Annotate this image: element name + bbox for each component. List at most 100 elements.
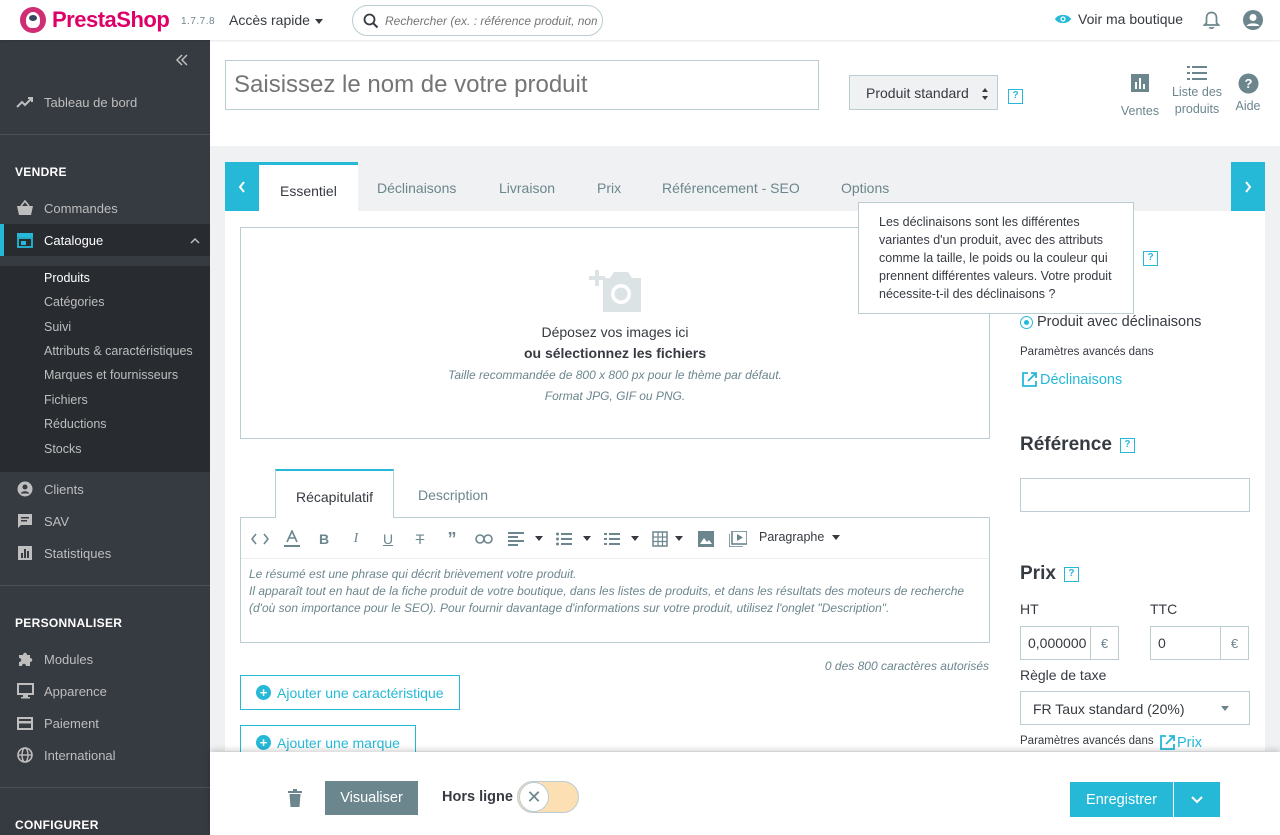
product-list-button[interactable]: Liste des produits <box>1168 66 1226 118</box>
external-link-icon <box>1160 735 1175 750</box>
tab-shipping[interactable]: Livraison <box>499 162 555 211</box>
product-header: Produit standard ? Ventes Liste des prod… <box>210 40 1280 146</box>
caret-down-icon <box>1221 706 1229 711</box>
select-files-link[interactable]: ou sélectionnez les fichiers <box>241 345 989 361</box>
add-feature-button[interactable]: + Ajouter une caractéristique <box>240 675 460 710</box>
price-ht-input[interactable]: 0,000000 <box>1020 626 1091 660</box>
sidebar-item-payment[interactable]: Paiement <box>0 707 210 739</box>
preview-button[interactable]: Visualiser <box>325 781 418 815</box>
bold-icon[interactable]: B <box>315 530 333 548</box>
bullet-list-icon[interactable] <box>555 530 573 548</box>
save-button[interactable]: Enregistrer <box>1070 782 1173 817</box>
align-left-icon[interactable] <box>507 530 525 548</box>
product-name-input[interactable] <box>225 60 819 110</box>
search-input[interactable] <box>385 12 597 30</box>
sidebar-item-catalogue[interactable]: Catalogue <box>0 224 210 256</box>
sidebar-item-customers[interactable]: Clients <box>0 473 210 505</box>
sales-label: Ventes <box>1120 104 1160 118</box>
delete-button[interactable] <box>288 789 302 810</box>
collapse-sidebar-button[interactable] <box>175 53 189 71</box>
save-options-dropdown[interactable] <box>1174 782 1220 817</box>
submenu-item-stocks[interactable]: Stocks <box>44 442 82 456</box>
help-button[interactable]: ? Aide <box>1234 73 1262 115</box>
reference-input[interactable] <box>1020 478 1250 512</box>
close-icon: ✕ <box>519 782 549 812</box>
add-photo-icon <box>589 270 641 312</box>
section-heading-customize: PERSONNALISER <box>15 616 123 630</box>
submenu-item-products[interactable]: Produits <box>44 271 90 285</box>
image-icon[interactable] <box>697 530 715 548</box>
combinations-link[interactable]: Déclinaisons <box>1021 371 1122 388</box>
tax-rule-select[interactable]: FR Taux standard (20%) <box>1020 691 1250 725</box>
caret-down-icon[interactable] <box>675 536 683 541</box>
tabs-scroll-left[interactable] <box>225 162 259 211</box>
tab-pricing[interactable]: Prix <box>597 162 621 211</box>
price-link[interactable]: Prix <box>1159 734 1202 751</box>
radio-checked-icon[interactable] <box>1020 315 1033 329</box>
submenu-item-files[interactable]: Fichiers <box>44 393 88 407</box>
sidebar-item-support[interactable]: SAV <box>0 505 210 537</box>
radio-with-combinations[interactable]: Produit avec déclinaisons <box>1020 314 1201 330</box>
tab-summary[interactable]: Récapitulatif <box>275 469 395 518</box>
sidebar-divider <box>0 134 210 135</box>
submenu-item-categories[interactable]: Catégories <box>44 295 104 309</box>
price-ttc-input[interactable]: 0 <box>1150 626 1221 660</box>
table-icon[interactable] <box>651 530 669 548</box>
text-color-icon[interactable] <box>283 530 301 548</box>
tab-description[interactable]: Description <box>418 469 488 518</box>
store-icon <box>16 231 34 249</box>
code-icon[interactable] <box>251 530 269 548</box>
help-icon[interactable]: ? <box>1008 89 1023 104</box>
tab-seo[interactable]: Référencement - SEO <box>662 162 800 211</box>
sidebar-item-appearance[interactable]: Apparence <box>0 675 210 707</box>
summary-editor[interactable]: B I U T ” Paragraphe Le résumé est une p… <box>240 517 990 643</box>
submenu-item-brands[interactable]: Marques et fournisseurs <box>44 368 178 382</box>
caret-down-icon[interactable] <box>631 536 639 541</box>
search-box[interactable] <box>352 5 603 36</box>
sidebar-item-international[interactable]: International <box>0 739 210 771</box>
tax-rule-value: FR Taux standard (20%) <box>1033 701 1185 717</box>
paragraph-format-dropdown[interactable]: Paragraphe <box>759 530 840 544</box>
submenu-item-monitoring[interactable]: Suivi <box>44 320 71 334</box>
sidebar-item-stats[interactable]: Statistiques <box>0 537 210 569</box>
bell-icon <box>1202 11 1221 29</box>
eye-icon <box>1055 14 1071 24</box>
submenu-item-attributes[interactable]: Attributs & caractéristiques <box>44 344 193 358</box>
logo-text-shop: Shop <box>116 7 170 32</box>
tabs-scroll-right[interactable] <box>1231 162 1265 211</box>
caret-down-icon[interactable] <box>535 536 543 541</box>
account-button[interactable] <box>1242 9 1264 34</box>
sidebar-item-orders[interactable]: Commandes <box>0 192 210 224</box>
bar-chart-icon <box>1131 74 1149 92</box>
help-icon[interactable]: ? <box>1119 437 1135 453</box>
help-icon[interactable]: ? <box>1063 566 1079 582</box>
submenu-item-discounts[interactable]: Réductions <box>44 417 107 431</box>
quick-access-dropdown[interactable]: Accès rapide <box>229 12 323 28</box>
prestashop-logo[interactable]: PrestaShop <box>20 7 170 33</box>
product-type-select[interactable]: Produit standard <box>849 75 998 110</box>
numbered-list-icon[interactable] <box>603 530 621 548</box>
tab-combinations[interactable]: Déclinaisons <box>377 162 456 211</box>
notifications-button[interactable] <box>1202 11 1221 33</box>
list-label-line2: produits <box>1174 102 1220 116</box>
view-shop-link[interactable]: Voir ma boutique <box>1054 11 1183 27</box>
character-counter: 0 des 800 caractères autorisés <box>824 659 989 673</box>
online-toggle[interactable]: ✕ <box>517 781 579 813</box>
caret-down-icon[interactable] <box>583 536 591 541</box>
quote-icon[interactable]: ” <box>443 529 461 549</box>
video-icon[interactable] <box>729 530 747 548</box>
strikethrough-icon[interactable]: T <box>411 530 429 548</box>
summary-placeholder-line1: Le résumé est une phrase qui décrit briè… <box>249 567 577 581</box>
editor-toolbar: B I U T ” Paragraphe <box>241 518 989 559</box>
account-circle-icon <box>1243 10 1263 30</box>
sidebar-item-modules[interactable]: Modules <box>0 643 210 675</box>
sidebar-item-dashboard[interactable]: Tableau de bord <box>0 86 210 118</box>
section-heading-sell: VENDRE <box>15 165 67 179</box>
tab-essentials[interactable]: Essentiel <box>259 162 358 211</box>
help-label: Aide <box>1235 99 1261 113</box>
sales-button[interactable]: Ventes <box>1118 68 1162 120</box>
italic-icon[interactable]: I <box>347 530 365 548</box>
link-icon[interactable] <box>475 530 493 548</box>
underline-icon[interactable]: U <box>379 530 397 548</box>
help-icon[interactable]: ? <box>1143 251 1158 266</box>
